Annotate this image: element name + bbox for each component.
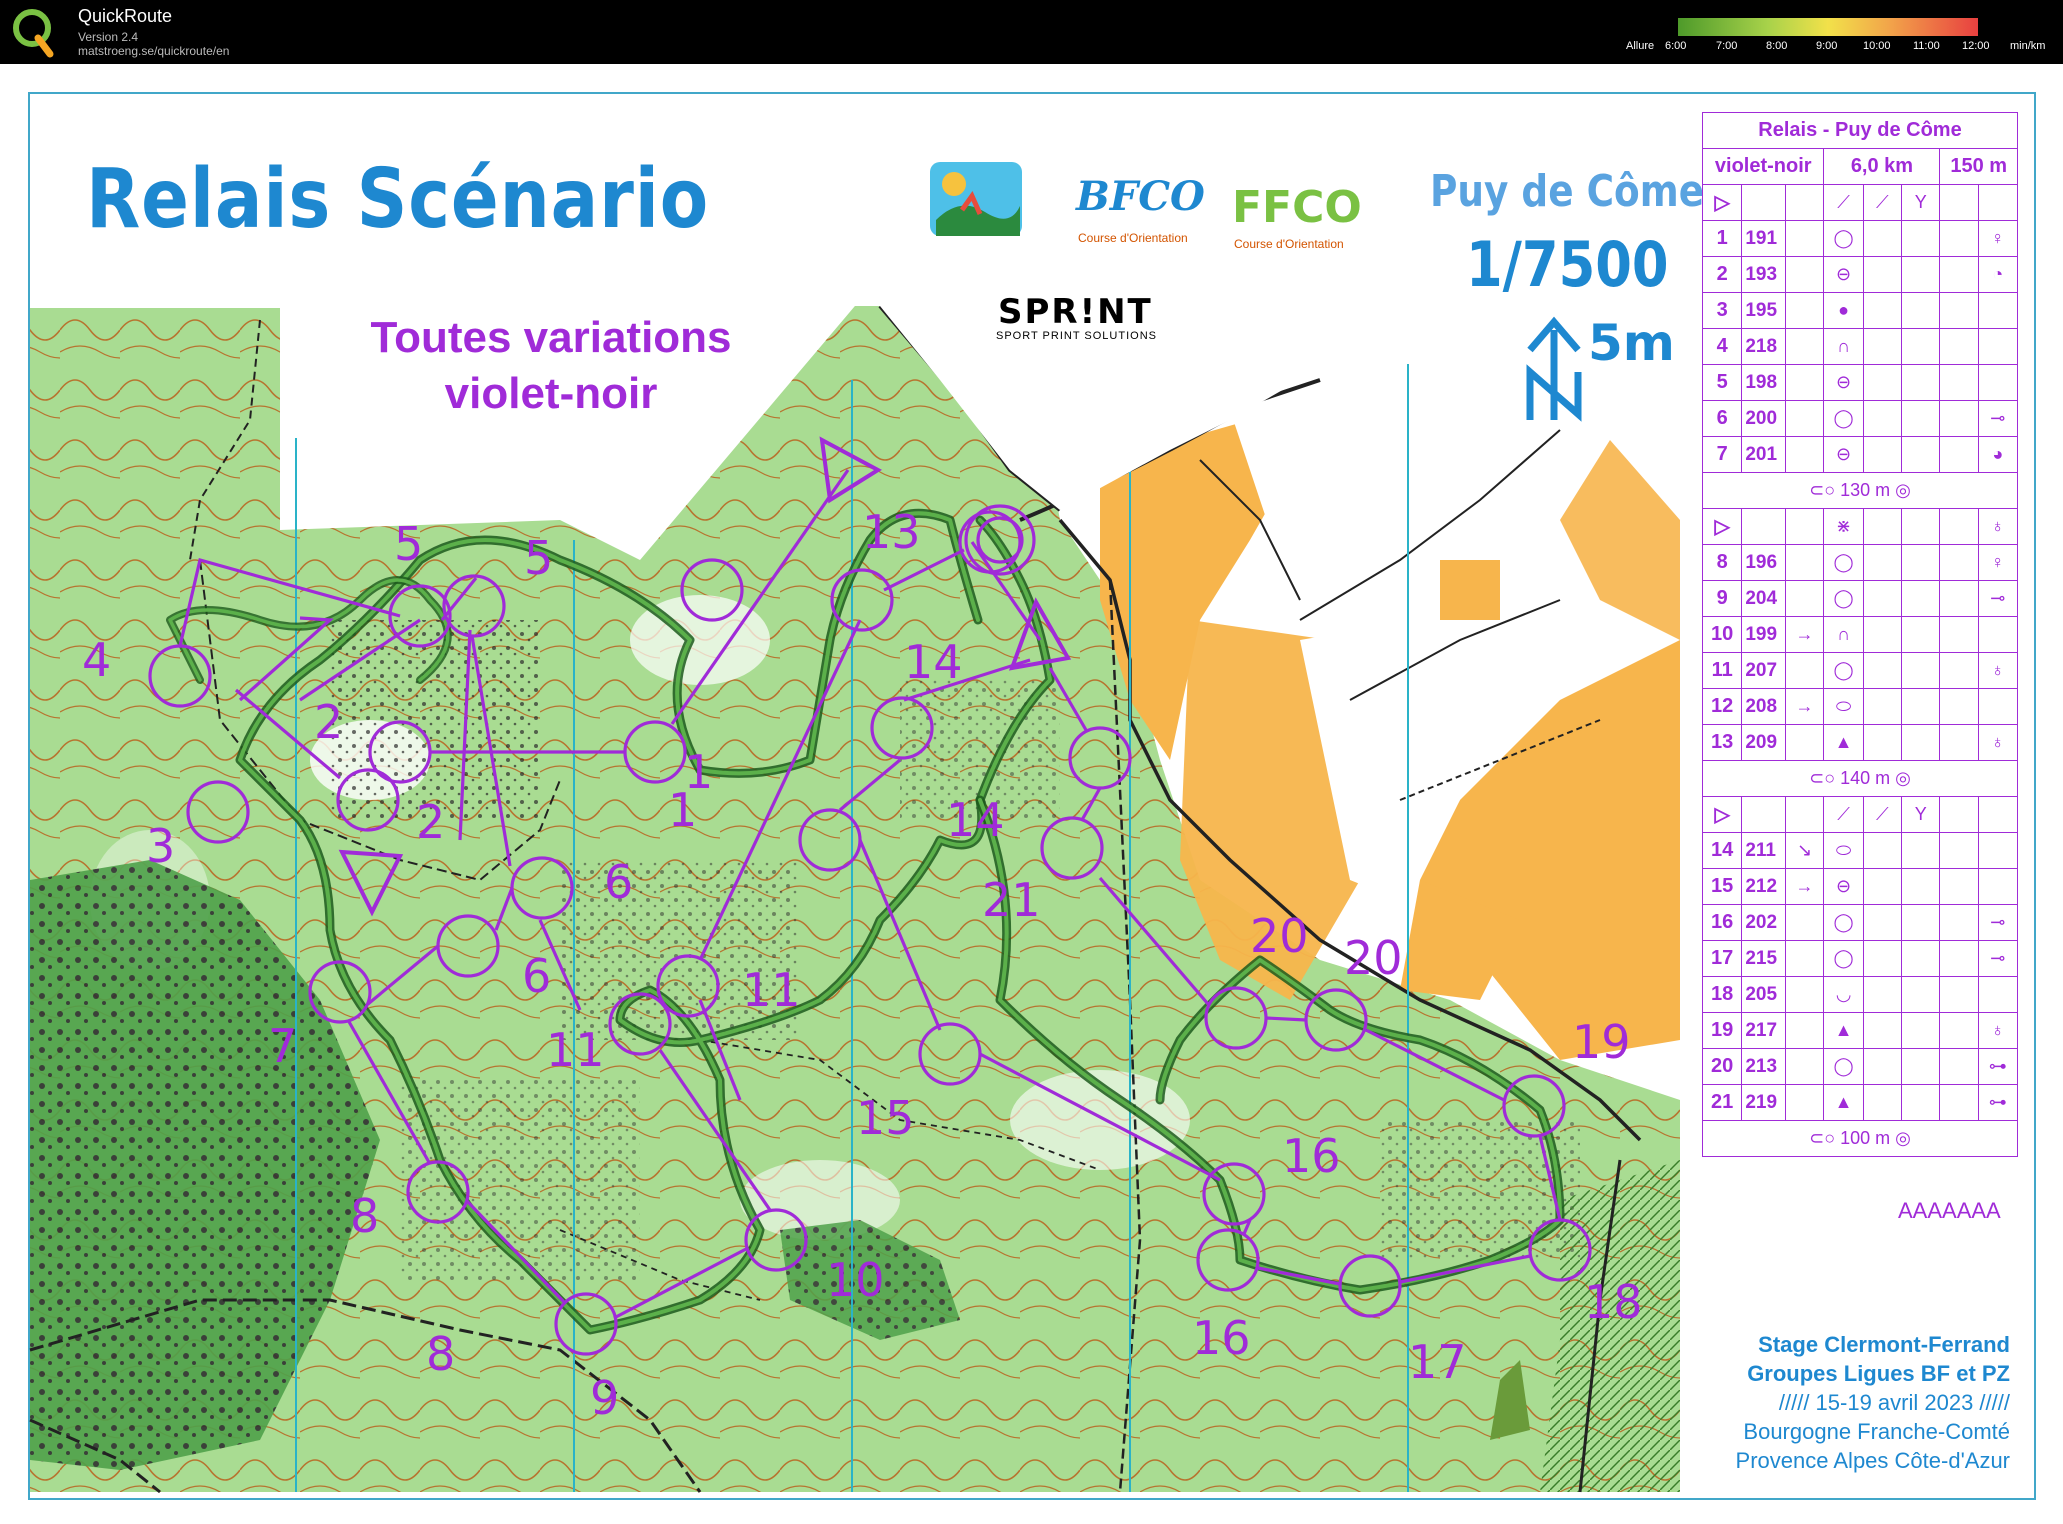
control-label: 2: [314, 695, 343, 749]
leg-start-icon: ⊂○: [1809, 480, 1841, 500]
control-label: 6: [522, 949, 551, 1003]
control-label: 14: [946, 793, 1005, 847]
control-label: 17: [1408, 1335, 1467, 1389]
place-name: Puy de Côme: [1430, 166, 1705, 217]
control-label: 10: [826, 1253, 885, 1307]
table-row: 6 200 ◯ ⊸: [1701, 400, 2019, 437]
variations-line: Toutes variations: [370, 313, 732, 362]
leg-finish-icon: ◎: [1890, 1128, 1911, 1148]
control-label: 16: [1282, 1129, 1341, 1183]
table-row: 10 199 → ∩: [1701, 616, 2019, 653]
stage-line: Provence Alpes Côte-d'Azur: [1735, 1448, 2010, 1473]
course-name: violet-noir: [1701, 148, 1825, 185]
variations-line: violet-noir: [444, 369, 658, 418]
leg-finish-icon: ◎: [1890, 768, 1911, 788]
leg-row: ⊂○ 100 m ◎: [1702, 1120, 2018, 1157]
table-row: 3 195 ●: [1701, 292, 2019, 329]
control-label: 3: [146, 819, 175, 873]
course-length: 6,0 km: [1823, 148, 1941, 185]
stage-line: Bourgogne Franche-Comté: [1743, 1419, 2010, 1444]
control-label: 14: [904, 635, 963, 689]
table-row: 16 202 ◯ ⊸: [1701, 904, 2019, 941]
control-label: 20: [1250, 909, 1309, 963]
control-label: 11: [742, 963, 801, 1017]
map-terrain: [30, 300, 1680, 1492]
table-row: 13 209 ▲ ♁: [1701, 724, 2019, 761]
leg-row: ⊂○ 140 m ◎: [1702, 760, 2018, 797]
stage-info: Stage Clermont-Ferrand Groupes Ligues BF…: [1670, 1330, 2010, 1475]
table-row: 4 218 ∩: [1701, 328, 2019, 365]
control-label: 8: [426, 1327, 455, 1381]
control-label: 13: [862, 505, 921, 559]
bfco-logo: BFCO Course d'Orientation: [1075, 173, 1205, 245]
control-label: 21: [982, 873, 1041, 927]
leg-distance: 130 m: [1840, 480, 1891, 500]
table-row: 2 193 ⊖ ◔: [1701, 256, 2019, 293]
bfco-logo-subtext: Course d'Orientation: [1078, 231, 1188, 245]
sponsor-tagline: SPORT PRINT SOLUTIONS: [996, 330, 1157, 342]
control-label: 20: [1344, 931, 1403, 985]
leg-start-icon: ⊂○: [1809, 768, 1841, 788]
start-icon: ▷: [1701, 796, 1743, 833]
map-scale: 1/7500: [1466, 228, 1669, 301]
control-label: 1: [668, 783, 697, 837]
table-row: 5 198 ⊖: [1701, 364, 2019, 401]
leg-finish-icon: ◎: [1890, 480, 1911, 500]
ffco-logo-text: FFCO: [1232, 182, 1362, 233]
leg-distance: 140 m: [1840, 768, 1891, 788]
variations-title: Toutes variations violet-noir: [356, 310, 746, 422]
event-name: Relais - Puy de Côme: [1702, 112, 2018, 149]
control-label: 7: [268, 1019, 297, 1073]
ffco-logo-subtext: Course d'Orientation: [1234, 237, 1344, 251]
course-code: AAAAAAA: [1898, 1198, 2001, 1223]
control-label: 16: [1192, 1311, 1251, 1365]
table-row: 17 215 ◯ ⊸: [1701, 940, 2019, 977]
control-label: 11: [546, 1023, 605, 1077]
leg-distance: 100 m: [1840, 1128, 1891, 1148]
control-label: 5: [524, 531, 553, 585]
table-row: 18 205 ◡: [1701, 976, 2019, 1013]
table-row: 1 191 ◯ ♀: [1701, 220, 2019, 257]
start-row: ▷ ⋇ ♁: [1701, 508, 2019, 545]
control-label: 18: [1584, 1275, 1643, 1329]
control-label: 6: [604, 855, 633, 909]
table-row: 21 219 ▲ ⊶: [1701, 1084, 2019, 1121]
control-label: 9: [590, 1371, 619, 1425]
table-row: 19 217 ▲ ♁: [1701, 1012, 2019, 1049]
table-row: 11 207 ◯ ♁: [1701, 652, 2019, 689]
control-label: 8: [350, 1189, 379, 1243]
control-description-table: Relais - Puy de Côme violet-noir 6,0 km …: [1701, 112, 2019, 1157]
start-icon: ▷: [1701, 184, 1743, 221]
start-row: ▷ ⟋ ⟋ Y: [1701, 184, 2019, 221]
control-label: 4: [82, 633, 111, 687]
map-title: Relais Scénario: [86, 152, 710, 247]
control-label: 2: [416, 795, 445, 849]
control-label: 5: [394, 517, 423, 571]
ffco-logo: FFCO Course d'Orientation: [1232, 182, 1362, 251]
contour-interval: 5m: [1588, 314, 1675, 372]
table-row: 20 213 ◯ ⊶: [1701, 1048, 2019, 1085]
stage-line: Stage Clermont-Ferrand: [1758, 1332, 2010, 1357]
course-climb: 150 m: [1939, 148, 2018, 185]
stage-line: ///// 15-19 avril 2023 /////: [1778, 1390, 2010, 1415]
ligue-paca-logo: [930, 162, 1022, 236]
table-row: 12 208 → ⬭: [1701, 688, 2019, 725]
table-row: 9 204 ◯ ⊸: [1701, 580, 2019, 617]
start-row: ▷ ⟋ ⟋ Y: [1701, 796, 2019, 833]
table-row: 15 212 → ⊖: [1701, 868, 2019, 905]
leg-start-icon: ⊂○: [1809, 1128, 1841, 1148]
start-icon: ▷: [1701, 508, 1743, 545]
leg-row: ⊂○ 130 m ◎: [1702, 472, 2018, 509]
table-row: 8 196 ◯ ♀: [1701, 544, 2019, 581]
sponsor-logo: SPR!NT: [998, 292, 1153, 332]
control-label: 15: [856, 1091, 915, 1145]
table-row: 14 211 ↘ ⬭: [1701, 832, 2019, 869]
stage-line: Groupes Ligues BF et PZ: [1747, 1361, 2010, 1386]
bfco-logo-text: BFCO: [1075, 173, 1205, 220]
control-label: 19: [1572, 1015, 1631, 1069]
table-row: 7 201 ⊖ ◕: [1701, 436, 2019, 473]
